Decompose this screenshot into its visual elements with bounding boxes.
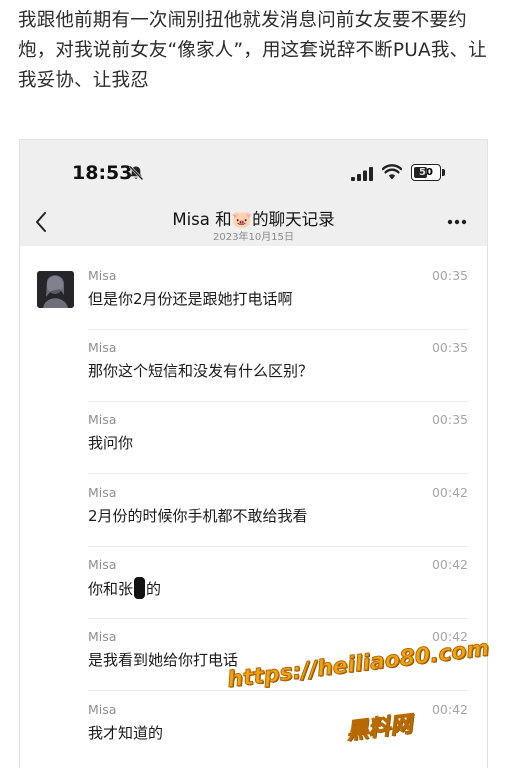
bell-slash-icon (129, 165, 144, 181)
message-sender: Misa (88, 485, 117, 500)
message-sender: Misa (88, 340, 117, 355)
message-divider (88, 473, 468, 474)
message-time: 00:35 (431, 268, 468, 283)
battery-level-text: 50 (419, 167, 433, 178)
more-dots-icon[interactable] (447, 219, 467, 225)
message-time: 00:42 (431, 702, 468, 717)
message-sender: Misa (88, 702, 117, 717)
chat-date: 2023年10月15日 (213, 232, 294, 243)
wifi-icon (382, 164, 402, 180)
message-item: Misa 00:42 我才知道的 (20, 702, 487, 768)
battery-icon: 50 (411, 164, 445, 181)
battery-tip (442, 169, 445, 176)
message-divider (88, 618, 468, 619)
signal-icon (351, 167, 373, 181)
message-time: 00:42 (431, 485, 468, 500)
message-sender: Misa (88, 412, 117, 427)
message-item: Misa 00:42 2月份的时候你手机都不敢给我看 (20, 485, 487, 557)
message-item: Misa 00:35 我问你 (20, 412, 487, 484)
message-text: 2月份的时候你手机都不敢给我看 (88, 507, 308, 525)
message-text: 但是你2月份还是跟她打电话啊 (88, 290, 293, 308)
chat-title: Misa 和🐷的聊天记录 (20, 206, 487, 230)
message-divider (88, 546, 468, 547)
message-time: 00:42 (431, 557, 468, 572)
message-item: Misa 00:42 你和张的 (20, 557, 487, 629)
chat-title-suffix: 的聊天记录 (252, 210, 335, 229)
message-time: 00:35 (431, 412, 468, 427)
message-divider (88, 329, 468, 330)
message-text: 我才知道的 (88, 724, 164, 742)
message-text-after: 的 (146, 580, 162, 598)
message-text: 是我看到她给你打电话 (88, 651, 239, 669)
message-time: 00:35 (431, 340, 468, 355)
message-item: Misa 00:35 那你这个短信和没发有什么区别？ (20, 340, 487, 412)
message-text: 那你这个短信和没发有什么区别？ (88, 362, 314, 380)
message-sender: Misa (88, 268, 117, 283)
status-time: 18:53 (72, 162, 133, 184)
message-text: 我问你 (88, 434, 134, 452)
message-divider (88, 690, 468, 691)
chat-header: 18:53 50 Misa 和🐷的聊天记录 2023年10月15日 (20, 140, 487, 246)
chat-title-prefix: Misa 和 (172, 210, 232, 229)
message-divider (88, 401, 468, 402)
message-sender: Misa (88, 557, 117, 572)
message-text: 你和张的 (88, 577, 161, 599)
message-item: Misa 00:35 但是你2月份还是跟她打电话啊 (20, 268, 487, 340)
post-text: 我跟他前期有一次闹别扭他就发消息问前女友要不要约炮，对我说前女友“像家人”，用这… (18, 10, 487, 91)
pig-emoji-icon: 🐷 (231, 210, 253, 229)
redaction-mark (134, 577, 146, 599)
message-sender: Misa (88, 629, 117, 644)
message-text-before: 你和张 (88, 580, 134, 598)
